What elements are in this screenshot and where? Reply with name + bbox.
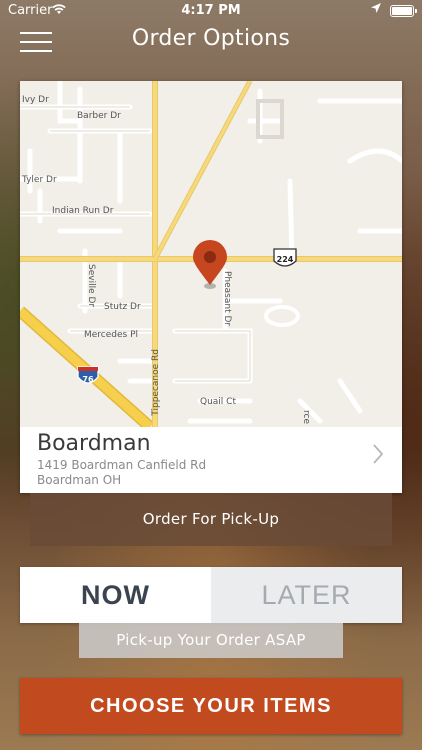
store-map[interactable]: Ivy Dr Barber Dr Tyler Dr Indian Run Dr … — [20, 81, 402, 427]
battery-icon — [390, 5, 417, 17]
status-bar: Carrier 4:17 PM — [0, 0, 422, 22]
timing-toggle: NOW LATER — [20, 567, 402, 623]
route-224-shield-icon: 224 — [273, 248, 297, 267]
navigation-bar: Order Options — [0, 22, 422, 62]
choose-items-button[interactable]: CHOOSE YOUR ITEMS — [20, 678, 402, 734]
chevron-right-icon[interactable] — [372, 443, 384, 465]
map-label-quail: Quail Ct — [200, 397, 236, 407]
page-title: Order Options — [131, 26, 291, 51]
store-address-line2: Boardman OH — [37, 473, 122, 487]
store-card: Ivy Dr Barber Dr Tyler Dr Indian Run Dr … — [20, 81, 402, 493]
store-address-line1: 1419 Boardman Canfield Rd — [37, 458, 207, 472]
map-label-indian-run: Indian Run Dr — [52, 206, 114, 216]
interstate-76-label: 76 — [82, 375, 94, 384]
map-label-pheasant: Pheasant Dr — [222, 271, 232, 326]
store-info[interactable]: Boardman 1419 Boardman Canfield Rd Board… — [20, 427, 402, 493]
map-label-barber: Barber Dr — [77, 111, 121, 121]
map-label-stutz: Stutz Dr — [104, 302, 141, 312]
map-label-tyler: Tyler Dr — [21, 175, 57, 185]
order-type-label: Order For Pick-Up — [30, 493, 392, 546]
route-224-label: 224 — [277, 255, 294, 264]
clock: 4:17 PM — [181, 3, 241, 18]
map-label-tippecanoe: Tippecanoe Rd — [151, 349, 161, 417]
store-name: Boardman — [37, 431, 151, 456]
now-option[interactable]: NOW — [20, 567, 211, 623]
map-label-mercedes: Mercedes Pl — [84, 330, 138, 340]
asap-note: Pick-up Your Order ASAP — [79, 623, 343, 658]
location-arrow-icon — [371, 3, 381, 13]
later-option[interactable]: LATER — [211, 567, 402, 623]
map-label-spruce: rce — [301, 410, 311, 424]
map-label-seville: Seville Dr — [86, 264, 96, 307]
map-label-ivy: Ivy Dr — [22, 95, 49, 105]
